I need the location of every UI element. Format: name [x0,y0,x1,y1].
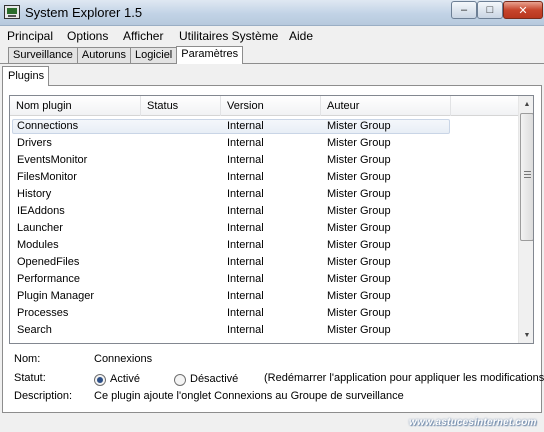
cell-author: Mister Group [327,256,391,268]
description-label: Description: [14,390,73,402]
cell-name: Performance [17,273,80,285]
radio-active[interactable] [94,374,106,386]
cell-name: Search [17,324,52,336]
menu-afficher[interactable]: Afficher [123,29,163,43]
table-row[interactable]: Search Internal Mister Group [10,322,518,339]
cell-name: Connections [17,120,79,132]
radio-inactive-label[interactable]: Désactivé [190,373,238,385]
column-header-version[interactable]: Version [221,96,321,116]
app-icon [4,5,20,19]
radio-active-label[interactable]: Activé [110,373,140,385]
table-row[interactable]: EventsMonitor Internal Mister Group [10,152,518,169]
cell-author: Mister Group [327,290,391,302]
tab-plugins[interactable]: Plugins [2,66,49,86]
cell-author: Mister Group [327,307,391,319]
cell-author: Mister Group [327,120,391,132]
menu-options[interactable]: Options [67,29,108,43]
cell-name: Processes [17,307,69,319]
tab-parametres[interactable]: Paramètres [176,46,244,64]
cell-name: FilesMonitor [17,171,77,183]
cell-version: Internal [227,137,264,149]
cell-name: EventsMonitor [17,154,88,166]
cell-version: Internal [227,239,264,251]
maximize-button[interactable]: □ [477,1,503,19]
table-row[interactable]: OpenedFiles Internal Mister Group [10,254,518,271]
tab-surveillance[interactable]: Surveillance [8,47,78,63]
cell-name: IEAddons [17,205,65,217]
tab-autoruns[interactable]: Autoruns [76,47,131,63]
menu-bar: Principal Options Afficher Utilitaires S… [0,26,544,46]
table-row[interactable]: Performance Internal Mister Group [10,271,518,288]
cell-version: Internal [227,120,264,132]
cell-version: Internal [227,273,264,285]
cell-name: Drivers [17,137,52,149]
cell-author: Mister Group [327,324,391,336]
title-bar: System Explorer 1.5 ‒ □ ✕ [0,0,544,26]
cell-version: Internal [227,154,264,166]
cell-author: Mister Group [327,222,391,234]
table-row[interactable]: Connections Internal Mister Group [10,118,518,135]
table-row[interactable]: Processes Internal Mister Group [10,305,518,322]
cell-author: Mister Group [327,273,391,285]
cell-name: Launcher [17,222,63,234]
cell-version: Internal [227,307,264,319]
name-label: Nom: [14,353,41,365]
table-row[interactable]: FilesMonitor Internal Mister Group [10,169,518,186]
table-row[interactable]: Launcher Internal Mister Group [10,220,518,237]
column-header-author[interactable]: Auteur [321,96,451,116]
cell-name: OpenedFiles [17,256,80,268]
cell-version: Internal [227,256,264,268]
grip-icon [524,171,531,178]
watermark: www.astucesinternet.com [409,417,537,428]
cell-author: Mister Group [327,171,391,183]
scroll-up-icon[interactable]: ▲ [519,96,533,112]
main-tabs: Surveillance Autoruns Logiciel Paramètre… [8,46,244,64]
scroll-thumb[interactable] [520,113,533,241]
close-button[interactable]: ✕ [503,1,543,19]
name-value: Connexions [94,353,153,365]
description-value: Ce plugin ajoute l'onglet Connexions au … [94,390,404,402]
menu-utilitaires[interactable]: Utilitaires Système [179,29,278,43]
cell-author: Mister Group [327,154,391,166]
cell-author: Mister Group [327,205,391,217]
cell-name: History [17,188,52,200]
list-rows: Connections Internal Mister Group Drivers In… [10,118,518,339]
status-label: Statut: [14,372,46,384]
cell-author: Mister Group [327,188,391,200]
window-title: System Explorer 1.5 [25,5,143,20]
cell-version: Internal [227,171,264,183]
menu-aide[interactable]: Aide [289,29,313,43]
cell-author: Mister Group [327,137,391,149]
column-header-status[interactable]: Status [141,96,221,116]
table-row[interactable]: Modules Internal Mister Group [10,237,518,254]
table-row[interactable]: IEAddons Internal Mister Group [10,203,518,220]
cell-version: Internal [227,188,264,200]
restart-note: (Redémarrer l'application pour appliquer… [264,372,544,384]
cell-version: Internal [227,222,264,234]
cell-name: Plugin Manager [17,290,95,302]
plugin-list[interactable]: Nom plugin Status Version Auteur Connect… [9,95,534,344]
cell-version: Internal [227,290,264,302]
scroll-down-icon[interactable]: ▼ [519,327,533,343]
cell-author: Mister Group [327,239,391,251]
cell-version: Internal [227,205,264,217]
minimize-button[interactable]: ‒ [451,1,477,19]
cell-version: Internal [227,324,264,336]
table-row[interactable]: Plugin Manager Internal Mister Group [10,288,518,305]
table-row[interactable]: Drivers Internal Mister Group [10,135,518,152]
table-row[interactable]: History Internal Mister Group [10,186,518,203]
tab-logiciel[interactable]: Logiciel [129,47,178,63]
cell-name: Modules [17,239,59,251]
radio-inactive[interactable] [174,374,186,386]
vertical-scrollbar[interactable]: ▲ ▼ [518,96,533,343]
list-header: Nom plugin Status Version Auteur [10,96,518,116]
column-header-name[interactable]: Nom plugin [10,96,141,116]
menu-principal[interactable]: Principal [7,29,53,43]
